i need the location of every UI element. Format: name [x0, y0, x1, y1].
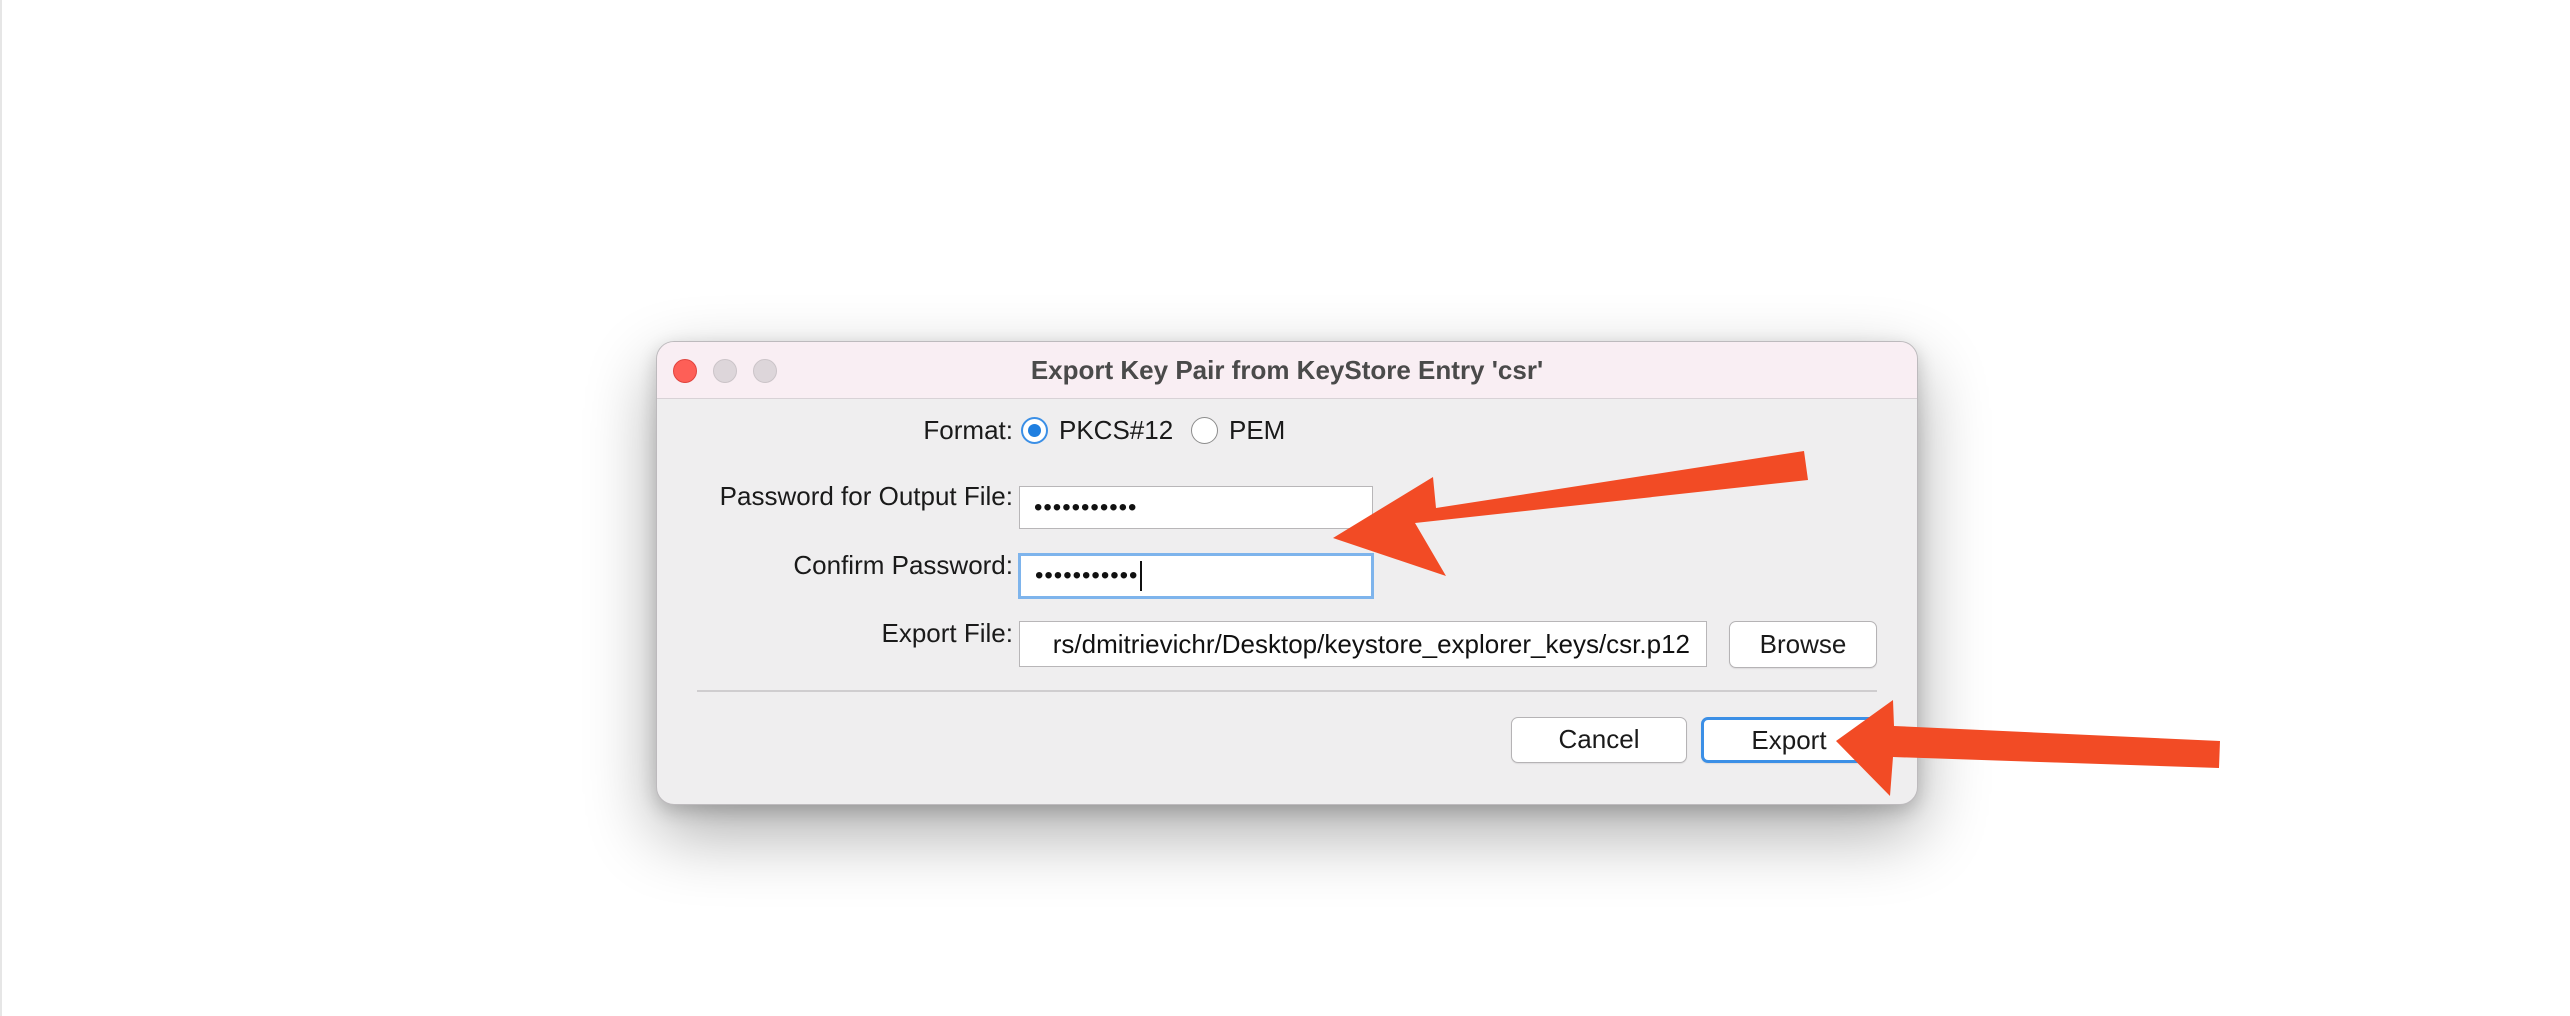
title-bar[interactable]: Export Key Pair from KeyStore Entry 'csr… — [657, 342, 1917, 399]
password-label: Password for Output File: — [719, 481, 1013, 511]
format-label: Format: — [923, 415, 1013, 445]
dialog-title: Export Key Pair from KeyStore Entry 'csr… — [1030, 355, 1544, 385]
confirm-password-input[interactable]: ••••••••••• — [1018, 553, 1374, 599]
export-file-path: rs/dmitrievichr/Desktop/keystore_explore… — [1052, 628, 1690, 659]
divider — [697, 690, 1877, 692]
desktop-background: Export Key Pair from KeyStore Entry 'csr… — [0, 0, 2570, 1016]
export-file-label: Export File: — [881, 618, 1014, 648]
cancel-button[interactable]: Cancel — [1511, 717, 1687, 763]
text-caret — [1140, 561, 1143, 591]
confirm-password-label: Confirm Password: — [793, 550, 1013, 580]
export-button[interactable]: Export — [1701, 717, 1877, 763]
export-file-input[interactable]: rs/dmitrievichr/Desktop/keystore_explore… — [1019, 621, 1707, 667]
password-value: ••••••••••• — [1034, 493, 1138, 521]
format-pem-radio[interactable] — [1191, 417, 1218, 444]
format-pem-label[interactable]: PEM — [1229, 415, 1285, 446]
format-pkcs12-radio[interactable] — [1021, 417, 1048, 444]
browse-button[interactable]: Browse — [1729, 621, 1877, 668]
confirm-password-value: ••••••••••• — [1035, 562, 1139, 589]
export-key-pair-dialog: Export Key Pair from KeyStore Entry 'csr… — [656, 341, 1918, 805]
password-input[interactable]: ••••••••••• — [1019, 486, 1373, 529]
format-pkcs12-label[interactable]: PKCS#12 — [1059, 415, 1173, 446]
